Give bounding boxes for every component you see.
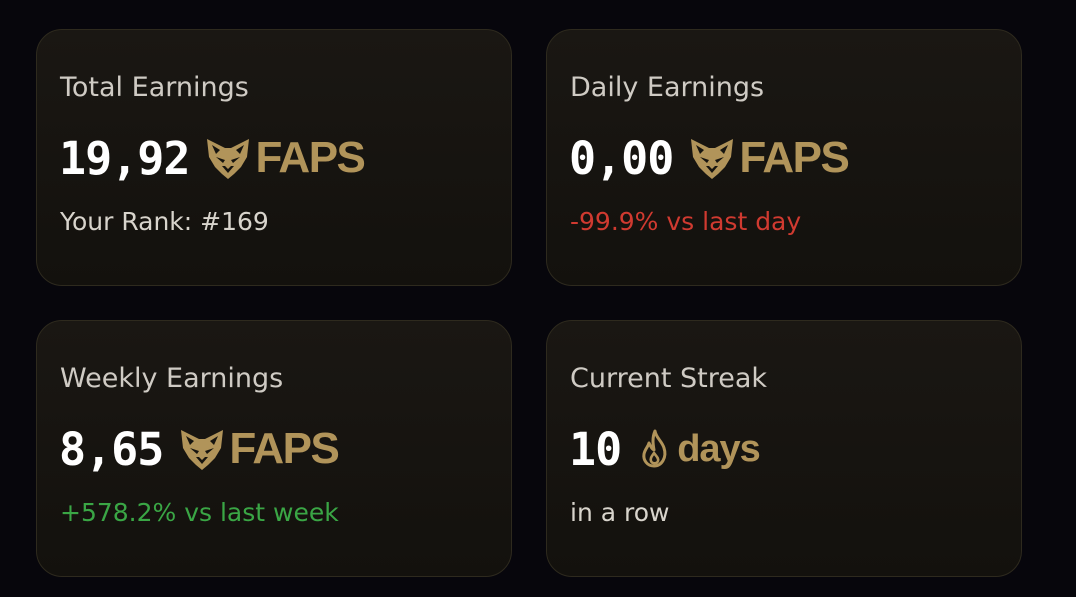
currency-unit: FAPS	[229, 424, 339, 473]
currency-unit: FAPS	[255, 133, 365, 182]
earnings-value-row: 0,00 FAPS	[569, 130, 850, 186]
total-earnings-card: Total Earnings 19,92 FAPS Your Rank: #16…	[36, 29, 512, 286]
card-title: Weekly Earnings	[60, 363, 284, 394]
flame-icon	[639, 429, 671, 469]
daily-earnings-amount: 0,00	[569, 131, 674, 185]
card-title: Current Streak	[570, 363, 768, 394]
total-earnings-amount: 19,92	[59, 131, 190, 185]
card-title: Daily Earnings	[570, 72, 765, 103]
currency-unit: FAPS	[739, 133, 849, 182]
streak-unit: days	[677, 427, 761, 470]
earnings-value-row: 19,92 FAPS	[59, 130, 366, 186]
earnings-value-row: 8,65 FAPS	[59, 421, 340, 477]
card-title: Total Earnings	[60, 72, 249, 103]
weekly-change-text: +578.2% vs last week	[60, 498, 339, 527]
fox-icon	[205, 135, 251, 181]
daily-earnings-card: Daily Earnings 0,00 FAPS -99.9% vs last …	[546, 29, 1022, 286]
rank-text: Your Rank: #169	[60, 207, 269, 236]
current-streak-card: Current Streak 10 days in a row	[546, 320, 1022, 577]
fox-icon	[179, 426, 225, 472]
streak-count: 10	[569, 422, 622, 476]
daily-change-text: -99.9% vs last day	[570, 207, 802, 236]
weekly-earnings-card: Weekly Earnings 8,65 FAPS +578.2% vs las…	[36, 320, 512, 577]
weekly-earnings-amount: 8,65	[59, 422, 164, 476]
fox-icon	[689, 135, 735, 181]
streak-value-row: 10 days	[569, 421, 761, 477]
streak-subtext: in a row	[570, 498, 670, 527]
